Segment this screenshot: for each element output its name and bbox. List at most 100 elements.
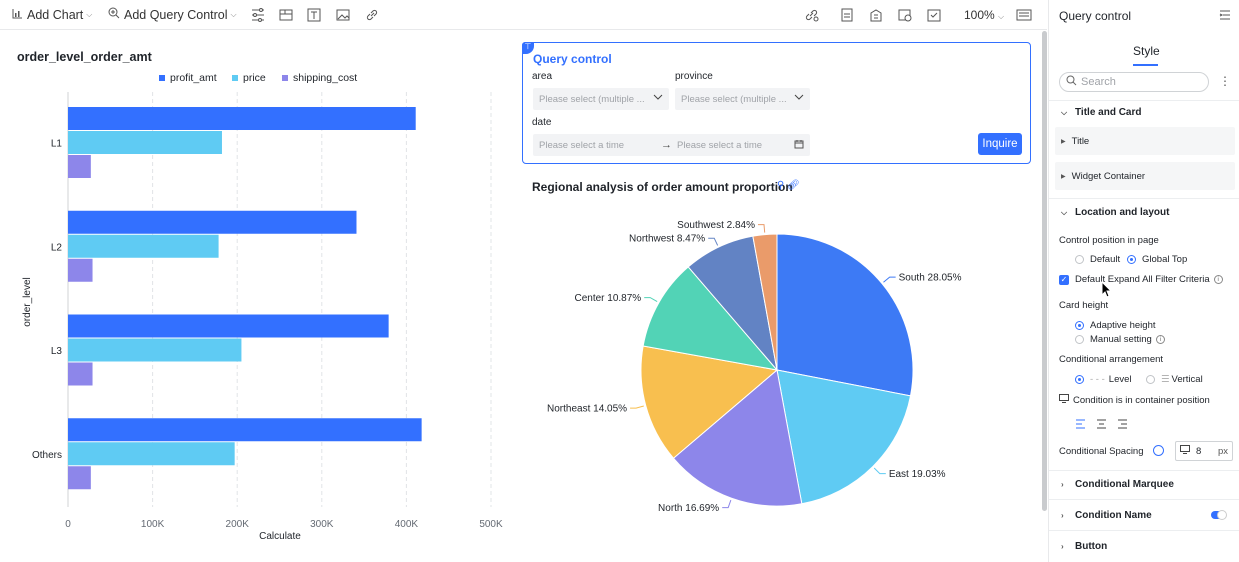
monitor-icon	[1180, 445, 1190, 457]
start-time-input[interactable]: Please select a time	[539, 140, 624, 151]
bar-price	[68, 338, 242, 362]
pie-label-line	[630, 405, 644, 409]
spacing-input[interactable]: 8 px	[1175, 441, 1233, 461]
bar-price	[68, 234, 219, 258]
default-expand-checkbox[interactable]: ✓ Default Expand All Filter Criteria i	[1059, 274, 1223, 285]
x-tick-label: 500K	[479, 519, 503, 530]
radio-label: Adaptive height	[1090, 320, 1156, 331]
info-icon[interactable]: i	[1155, 335, 1165, 344]
section-label: Title and Card	[1075, 107, 1142, 118]
tab-style[interactable]: Style	[1133, 44, 1160, 58]
query-control-card[interactable]: ⊤ Query control area province Please sel…	[522, 42, 1031, 164]
radio-checked-icon	[1127, 255, 1136, 264]
subsection-widget-container[interactable]: ▶ Widget Container	[1055, 162, 1235, 190]
radio-level[interactable]: - - - Level	[1075, 374, 1132, 385]
card-height-label: Card height	[1059, 300, 1109, 311]
province-select[interactable]: Please select (multiple ...	[675, 88, 810, 110]
caret-right-icon: ▶	[1061, 173, 1066, 180]
app: Add Chart ⌵ Add Query Control ⌵ 100% ⌵ o…	[0, 0, 1239, 562]
section-condition-name[interactable]: › Condition Name	[1061, 510, 1152, 521]
radio-icon	[1075, 335, 1084, 344]
y-tick-label: L3	[51, 346, 63, 357]
theme-icon[interactable]	[897, 7, 913, 23]
radio-default[interactable]: Default	[1075, 254, 1120, 265]
report-icon[interactable]	[839, 7, 855, 23]
x-tick-label: 400K	[395, 519, 419, 530]
x-tick-label: 100K	[141, 519, 165, 530]
bar-profit_amt	[68, 418, 422, 442]
conditional-arrangement-label: Conditional arrangement	[1059, 354, 1164, 365]
pie-label: Northeast 14.05%	[547, 404, 627, 415]
align-left-icon[interactable]	[1075, 419, 1086, 432]
keyboard-icon[interactable]	[1016, 7, 1032, 23]
area-placeholder: Please select (multiple ...	[539, 93, 645, 105]
align-right-icon[interactable]	[1117, 419, 1128, 432]
y-axis-label: order_level	[22, 277, 33, 326]
radio-adaptive-height[interactable]: Adaptive height	[1075, 320, 1156, 331]
bar-chart: 0 100K 200K 300K 400K 500K L1 L2 L3 Others Calcula…	[22, 92, 503, 542]
align-center-icon[interactable]	[1096, 419, 1107, 432]
dashed-line-icon: - - -	[1090, 374, 1105, 385]
container-position-label: Condition is in container position	[1073, 394, 1210, 406]
caret-right-icon: ▶	[1061, 138, 1066, 145]
search-placeholder: Search	[1081, 76, 1116, 88]
chevron-down-icon	[794, 92, 804, 104]
share-link-icon[interactable]	[804, 7, 820, 23]
calendar-icon	[794, 139, 804, 151]
conditional-spacing-label: Conditional Spacing	[1059, 446, 1144, 457]
active-tab-indicator	[1133, 64, 1158, 66]
zoom-label: 100%	[964, 8, 995, 22]
divider	[1049, 530, 1239, 531]
date-range-picker[interactable]: Please select a time → Please select a t…	[533, 134, 810, 156]
area-label: area	[532, 71, 553, 82]
radio-label: Manual setting	[1090, 334, 1152, 345]
section-conditional-marquee[interactable]: › Conditional Marquee	[1061, 479, 1174, 490]
section-label: Location and layout	[1075, 207, 1170, 218]
check-icon[interactable]	[926, 7, 942, 23]
subsection-title[interactable]: ▶ Title	[1055, 127, 1235, 155]
bar-profit_amt	[68, 210, 357, 234]
radio-label: Global Top	[1142, 254, 1188, 265]
x-tick-label: 0	[65, 519, 71, 530]
area-select[interactable]: Please select (multiple ...	[533, 88, 669, 110]
radio-label: Default	[1090, 254, 1121, 265]
pie-label: North 16.69%	[658, 503, 719, 514]
bar-shipping_cost	[68, 258, 93, 282]
search-icon	[1066, 75, 1077, 89]
radio-checked-icon	[1075, 321, 1084, 330]
section-title-and-card[interactable]: ⌵ Title and Card	[1061, 107, 1142, 118]
spacing-toggle-icon[interactable]	[1153, 445, 1164, 456]
province-placeholder: Please select (multiple ...	[681, 93, 787, 105]
more-options-icon[interactable]: ⋮	[1219, 74, 1231, 88]
bar-price	[68, 131, 222, 154]
section-label: Condition Name	[1075, 510, 1152, 521]
bar-shipping_cost	[68, 155, 91, 178]
vertical-lines-icon: ☰	[1161, 374, 1170, 385]
building-icon[interactable]	[868, 7, 884, 23]
pie-chart: South 28.05% East 19.03% North 16.69% North…	[547, 220, 962, 514]
section-button[interactable]: › Button	[1061, 541, 1107, 552]
collapse-panel-icon[interactable]	[1219, 9, 1231, 24]
inquire-button[interactable]: Inquire	[978, 133, 1022, 155]
vertical-scrollbar[interactable]	[1042, 31, 1047, 511]
radio-manual-setting[interactable]: Manual setting i	[1075, 334, 1165, 345]
pie-label-line	[708, 237, 719, 246]
zoom-select[interactable]: 100% ⌵	[964, 8, 1004, 22]
info-icon[interactable]: i	[1213, 275, 1223, 284]
x-axis-label: Calculate	[259, 531, 301, 542]
subsection-label: Title	[1071, 135, 1090, 147]
section-location-layout[interactable]: ⌵ Location and layout	[1061, 207, 1169, 218]
search-input[interactable]: Search	[1059, 72, 1209, 92]
pie-label: Center 10.87%	[574, 293, 641, 304]
date-label: date	[532, 117, 552, 128]
checkbox-label: Default Expand All Filter Criteria	[1075, 274, 1210, 285]
divider	[1049, 100, 1239, 101]
x-tick-label: 300K	[310, 519, 334, 530]
condition-name-toggle[interactable]	[1211, 510, 1227, 520]
bar-shipping_cost	[68, 466, 91, 490]
pie-label: South 28.05%	[899, 273, 962, 284]
chevron-down-icon	[653, 92, 663, 104]
radio-vertical[interactable]: ☰ Vertical	[1146, 374, 1203, 385]
radio-global-top[interactable]: Global Top	[1127, 254, 1187, 265]
end-time-input[interactable]: Please select a time	[677, 140, 762, 151]
